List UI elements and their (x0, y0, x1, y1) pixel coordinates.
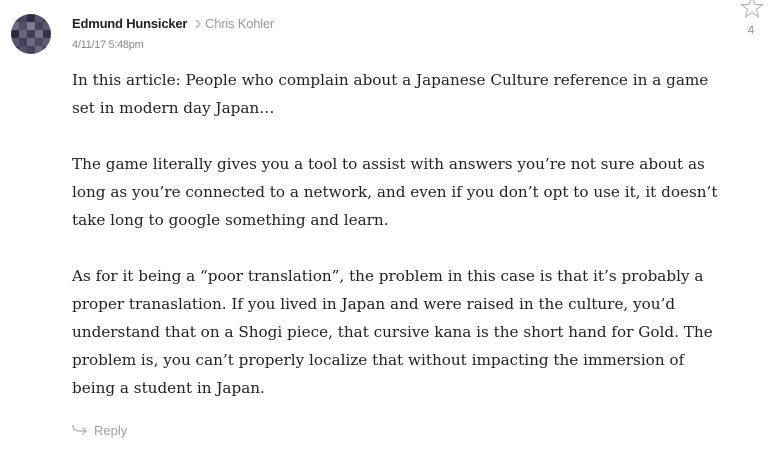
comment-paragraph: In this article: People who complain abo… (72, 71, 709, 117)
avatar[interactable] (11, 14, 51, 54)
author-name[interactable]: Edmund Hunsicker (72, 16, 187, 31)
comment-body: In this article: People who complain abo… (72, 66, 722, 402)
comment-paragraph: The game literally gives you a tool to a… (72, 155, 718, 229)
star-outline-icon[interactable] (739, 0, 765, 20)
star-count: 4 (747, 23, 755, 37)
comment: Edmund Hunsicker Chris Kohler 4/11/17 5:… (0, 0, 777, 470)
reply-arrow-icon (72, 424, 87, 435)
reply-button[interactable]: Reply (71, 420, 127, 440)
chevron-right-icon (195, 19, 201, 29)
comment-paragraph: As for it being a “poor translation”, th… (72, 267, 713, 397)
reply-label: Reply (94, 422, 128, 438)
reply-to-name[interactable]: Chris Kohler (205, 16, 274, 31)
timestamp[interactable]: 4/11/17 5:48pm (72, 39, 144, 51)
